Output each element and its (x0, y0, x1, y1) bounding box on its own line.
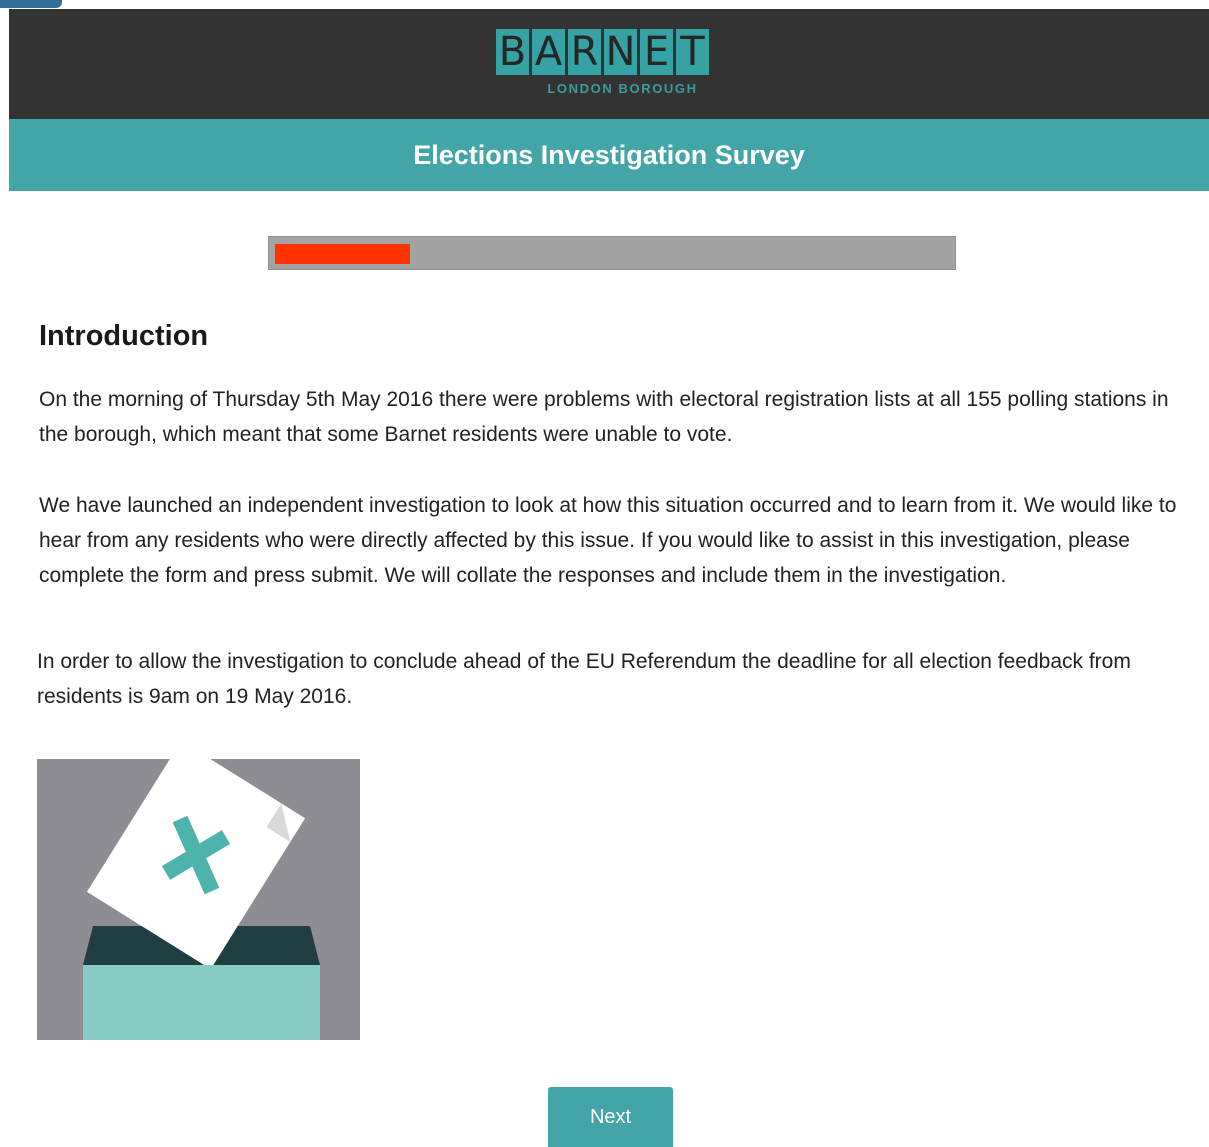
survey-title: Elections Investigation Survey (413, 139, 805, 170)
title-bar: Elections Investigation Survey (9, 119, 1209, 191)
logo-letter: A (532, 29, 565, 75)
logo-letters: B A R N E T (496, 29, 749, 75)
logo-letter: R (568, 29, 601, 75)
logo-letter: B (496, 29, 529, 75)
ballot-box-front (83, 965, 320, 1040)
deadline-paragraph: In order to allow the investigation to c… (37, 650, 1131, 708)
barnet-logo[interactable]: B A R N E T LONDON BOROUGH (496, 29, 749, 96)
logo-letter: E (640, 29, 673, 75)
section-heading: Introduction (39, 320, 209, 352)
site-header: B A R N E T LONDON BOROUGH (9, 9, 1209, 119)
next-button[interactable]: Next (548, 1087, 673, 1147)
ballot-box-icon (37, 759, 360, 1040)
corner-mark (0, 0, 62, 8)
progress-bar (268, 236, 956, 270)
intro-paragraph-2: We have launched an independent investig… (39, 494, 1177, 587)
logo-letter: N (604, 29, 637, 75)
logo-subtitle: LONDON BOROUGH (547, 81, 698, 96)
progress-fill (275, 244, 410, 264)
intro-paragraph-1: On the morning of Thursday 5th May 2016 … (39, 388, 1169, 446)
logo-letter: T (676, 29, 709, 75)
